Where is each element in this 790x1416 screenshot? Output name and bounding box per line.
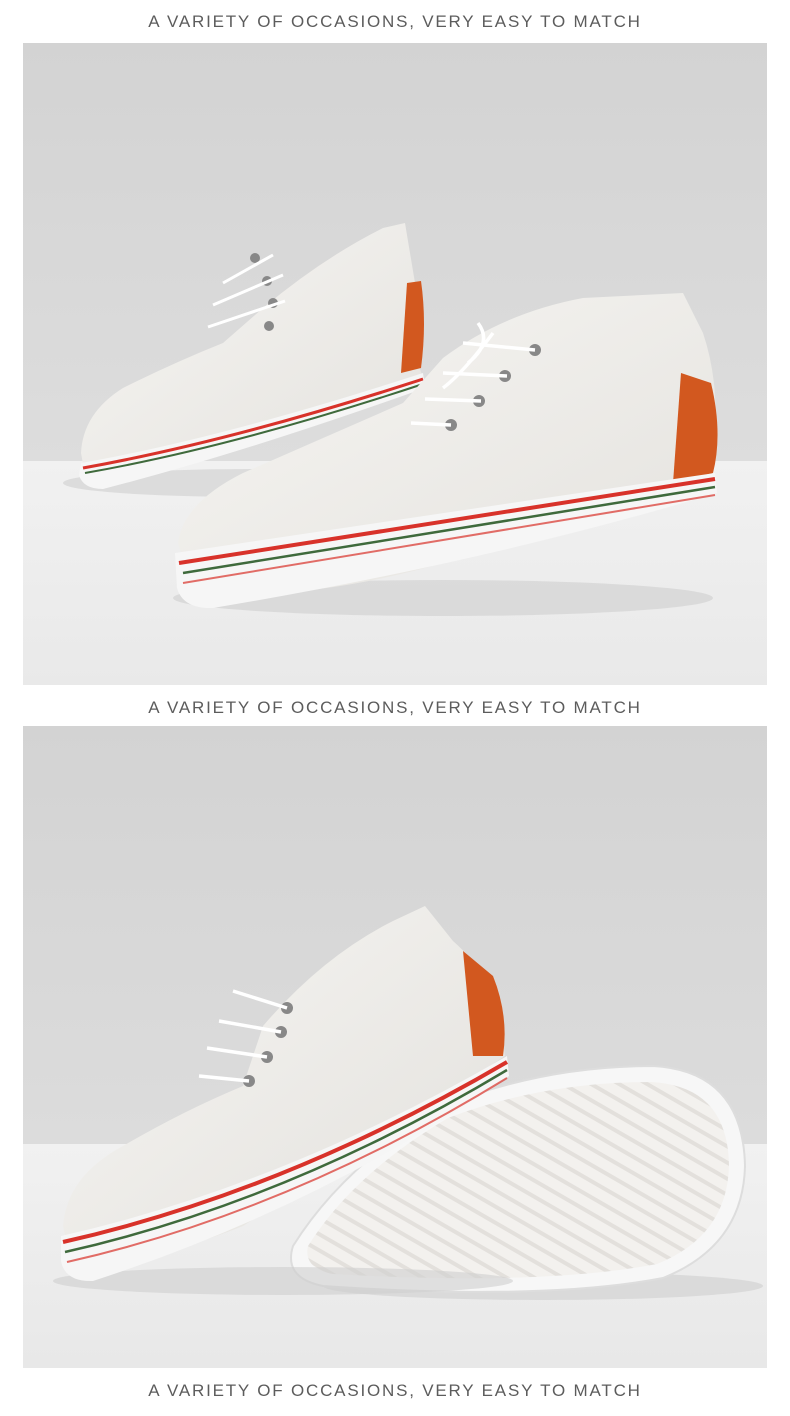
- caption-top: A VARIETY OF OCCASIONS, VERY EASY TO MAT…: [148, 12, 642, 31]
- caption-middle: A VARIETY OF OCCASIONS, VERY EASY TO MAT…: [148, 698, 642, 717]
- product-photo-sole: [23, 726, 767, 1368]
- caption-bottom: A VARIETY OF OCCASIONS, VERY EASY TO MAT…: [148, 1381, 642, 1400]
- product-photo-pair: [23, 43, 767, 685]
